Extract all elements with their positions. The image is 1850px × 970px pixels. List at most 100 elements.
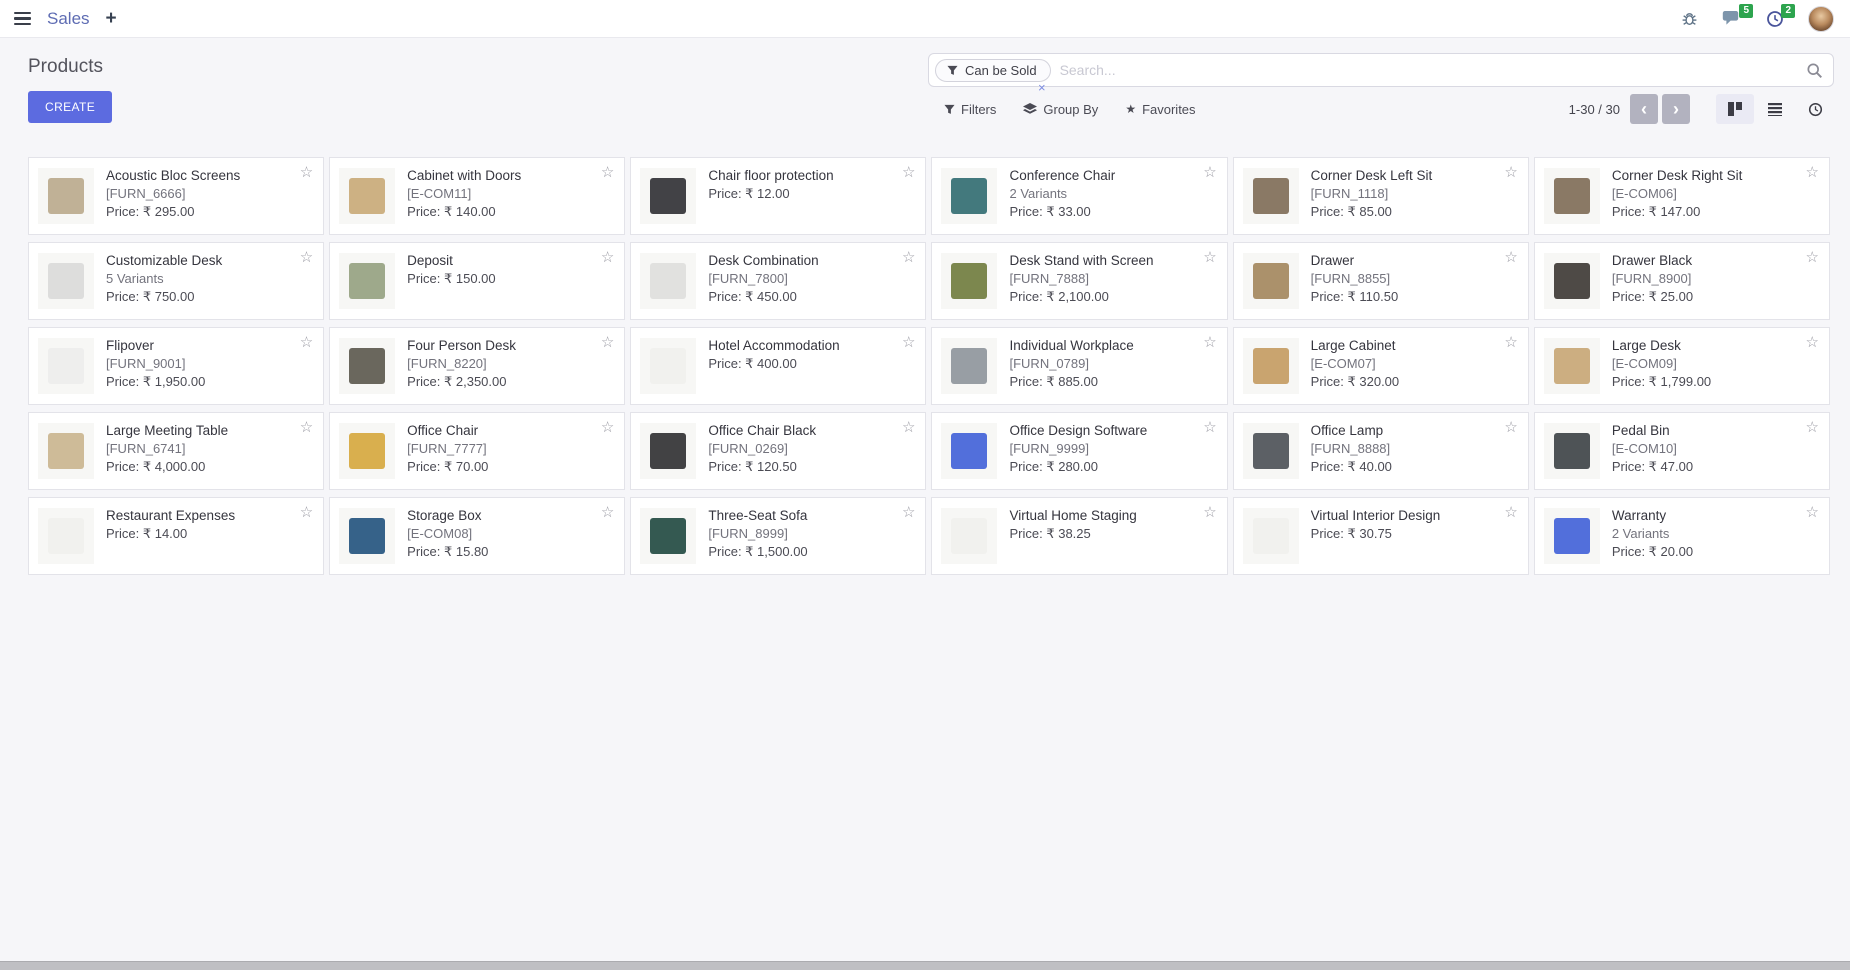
favorite-star-icon[interactable]: ☆ <box>1504 505 1517 520</box>
product-name[interactable]: Virtual Home Staging <box>1009 508 1217 523</box>
group-by-button[interactable]: Group By <box>1023 102 1098 117</box>
product-name[interactable]: Desk Stand with Screen <box>1009 253 1217 268</box>
add-tab-button[interactable]: + <box>106 9 117 28</box>
product-name[interactable]: Corner Desk Left Sit <box>1311 168 1519 183</box>
favorite-star-icon[interactable]: ☆ <box>1203 165 1216 180</box>
product-card[interactable]: Office Chair Black [FURN_0269] Price: ₹ … <box>630 412 926 490</box>
product-name[interactable]: Corner Desk Right Sit <box>1612 168 1820 183</box>
app-name[interactable]: Sales <box>47 9 90 29</box>
favorite-star-icon[interactable]: ☆ <box>601 165 614 180</box>
favorite-star-icon[interactable]: ☆ <box>601 420 614 435</box>
facet-remove-icon[interactable]: × <box>1038 81 1046 94</box>
favorite-star-icon[interactable]: ☆ <box>300 250 313 265</box>
kanban-view-button[interactable] <box>1716 94 1754 124</box>
product-card[interactable]: Warranty 2 Variants Price: ₹ 20.00 ☆ <box>1534 497 1830 575</box>
favorite-star-icon[interactable]: ☆ <box>300 165 313 180</box>
product-name[interactable]: Pedal Bin <box>1612 423 1820 438</box>
favorite-star-icon[interactable]: ☆ <box>1806 165 1819 180</box>
product-card[interactable]: Storage Box [E-COM08] Price: ₹ 15.80 ☆ <box>329 497 625 575</box>
search-icon[interactable] <box>1806 62 1823 79</box>
product-name[interactable]: Large Cabinet <box>1311 338 1519 353</box>
favorite-star-icon[interactable]: ☆ <box>902 335 915 350</box>
product-name[interactable]: Large Desk <box>1612 338 1820 353</box>
favorite-star-icon[interactable]: ☆ <box>1504 250 1517 265</box>
favorite-star-icon[interactable]: ☆ <box>1203 250 1216 265</box>
product-name[interactable]: Restaurant Expenses <box>106 508 314 523</box>
apps-menu-icon[interactable] <box>14 12 31 26</box>
product-card[interactable]: Virtual Interior Design Price: ₹ 30.75 ☆ <box>1233 497 1529 575</box>
favorite-star-icon[interactable]: ☆ <box>1203 335 1216 350</box>
favorite-star-icon[interactable]: ☆ <box>1806 250 1819 265</box>
product-card[interactable]: Flipover [FURN_9001] Price: ₹ 1,950.00 ☆ <box>28 327 324 405</box>
product-card[interactable]: Customizable Desk 5 Variants Price: ₹ 75… <box>28 242 324 320</box>
favorite-star-icon[interactable]: ☆ <box>1504 335 1517 350</box>
favorite-star-icon[interactable]: ☆ <box>902 505 915 520</box>
favorite-star-icon[interactable]: ☆ <box>300 335 313 350</box>
product-card[interactable]: Large Meeting Table [FURN_6741] Price: ₹… <box>28 412 324 490</box>
product-card[interactable]: Drawer [FURN_8855] Price: ₹ 110.50 ☆ <box>1233 242 1529 320</box>
product-name[interactable]: Desk Combination <box>708 253 916 268</box>
product-card[interactable]: Chair floor protection Price: ₹ 12.00 ☆ <box>630 157 926 235</box>
product-card[interactable]: Conference Chair 2 Variants Price: ₹ 33.… <box>931 157 1227 235</box>
product-name[interactable]: Drawer <box>1311 253 1519 268</box>
favorite-star-icon[interactable]: ☆ <box>1504 420 1517 435</box>
pager-next-button[interactable]: › <box>1662 94 1690 124</box>
product-card[interactable]: Virtual Home Staging Price: ₹ 38.25 ☆ <box>931 497 1227 575</box>
product-card[interactable]: Corner Desk Left Sit [FURN_1118] Price: … <box>1233 157 1529 235</box>
product-name[interactable]: Hotel Accommodation <box>708 338 916 353</box>
product-name[interactable]: Large Meeting Table <box>106 423 314 438</box>
product-card[interactable]: Desk Stand with Screen [FURN_7888] Price… <box>931 242 1227 320</box>
product-card[interactable]: Large Cabinet [E-COM07] Price: ₹ 320.00 … <box>1233 327 1529 405</box>
favorite-star-icon[interactable]: ☆ <box>300 420 313 435</box>
product-name[interactable]: Virtual Interior Design <box>1311 508 1519 523</box>
favorite-star-icon[interactable]: ☆ <box>1504 165 1517 180</box>
product-card[interactable]: Office Lamp [FURN_8888] Price: ₹ 40.00 ☆ <box>1233 412 1529 490</box>
product-card[interactable]: Hotel Accommodation Price: ₹ 400.00 ☆ <box>630 327 926 405</box>
product-card[interactable]: Deposit Price: ₹ 150.00 ☆ <box>329 242 625 320</box>
product-card[interactable]: Office Chair [FURN_7777] Price: ₹ 70.00 … <box>329 412 625 490</box>
product-card[interactable]: Pedal Bin [E-COM10] Price: ₹ 47.00 ☆ <box>1534 412 1830 490</box>
activities-clock-icon[interactable]: 2 <box>1766 10 1784 28</box>
product-name[interactable]: Flipover <box>106 338 314 353</box>
create-button[interactable]: CREATE <box>28 91 112 123</box>
filters-button[interactable]: Filters <box>944 102 996 117</box>
product-name[interactable]: Conference Chair <box>1009 168 1217 183</box>
favorite-star-icon[interactable]: ☆ <box>1806 505 1819 520</box>
favorites-button[interactable]: ★ Favorites <box>1125 102 1195 117</box>
product-card[interactable]: Desk Combination [FURN_7800] Price: ₹ 45… <box>630 242 926 320</box>
product-card[interactable]: Restaurant Expenses Price: ₹ 14.00 ☆ <box>28 497 324 575</box>
product-card[interactable]: Corner Desk Right Sit [E-COM06] Price: ₹… <box>1534 157 1830 235</box>
favorite-star-icon[interactable]: ☆ <box>1203 420 1216 435</box>
product-name[interactable]: Acoustic Bloc Screens <box>106 168 314 183</box>
debug-bug-icon[interactable] <box>1681 10 1698 27</box>
product-name[interactable]: Drawer Black <box>1612 253 1820 268</box>
product-name[interactable]: Customizable Desk <box>106 253 314 268</box>
messages-icon[interactable]: 5 <box>1722 10 1742 27</box>
product-name[interactable]: Four Person Desk <box>407 338 615 353</box>
product-card[interactable]: Office Design Software [FURN_9999] Price… <box>931 412 1227 490</box>
favorite-star-icon[interactable]: ☆ <box>1203 505 1216 520</box>
product-name[interactable]: Office Lamp <box>1311 423 1519 438</box>
favorite-star-icon[interactable]: ☆ <box>1806 420 1819 435</box>
product-name[interactable]: Warranty <box>1612 508 1820 523</box>
favorite-star-icon[interactable]: ☆ <box>1806 335 1819 350</box>
product-card[interactable]: Four Person Desk [FURN_8220] Price: ₹ 2,… <box>329 327 625 405</box>
product-card[interactable]: Acoustic Bloc Screens [FURN_6666] Price:… <box>28 157 324 235</box>
bottom-scrollbar[interactable] <box>0 961 1850 970</box>
product-name[interactable]: Office Chair <box>407 423 615 438</box>
product-card[interactable]: Individual Workplace [FURN_0789] Price: … <box>931 327 1227 405</box>
search-bar[interactable]: Can be Sold × <box>928 53 1834 87</box>
favorite-star-icon[interactable]: ☆ <box>601 250 614 265</box>
product-name[interactable]: Individual Workplace <box>1009 338 1217 353</box>
favorite-star-icon[interactable]: ☆ <box>300 505 313 520</box>
pager-previous-button[interactable]: ‹ <box>1630 94 1658 124</box>
user-avatar[interactable] <box>1808 6 1834 32</box>
product-name[interactable]: Deposit <box>407 253 615 268</box>
product-name[interactable]: Office Chair Black <box>708 423 916 438</box>
favorite-star-icon[interactable]: ☆ <box>902 250 915 265</box>
product-name[interactable]: Chair floor protection <box>708 168 916 183</box>
product-name[interactable]: Three-Seat Sofa <box>708 508 916 523</box>
search-facet[interactable]: Can be Sold × <box>935 59 1051 82</box>
list-view-button[interactable] <box>1756 94 1794 124</box>
product-name[interactable]: Storage Box <box>407 508 615 523</box>
